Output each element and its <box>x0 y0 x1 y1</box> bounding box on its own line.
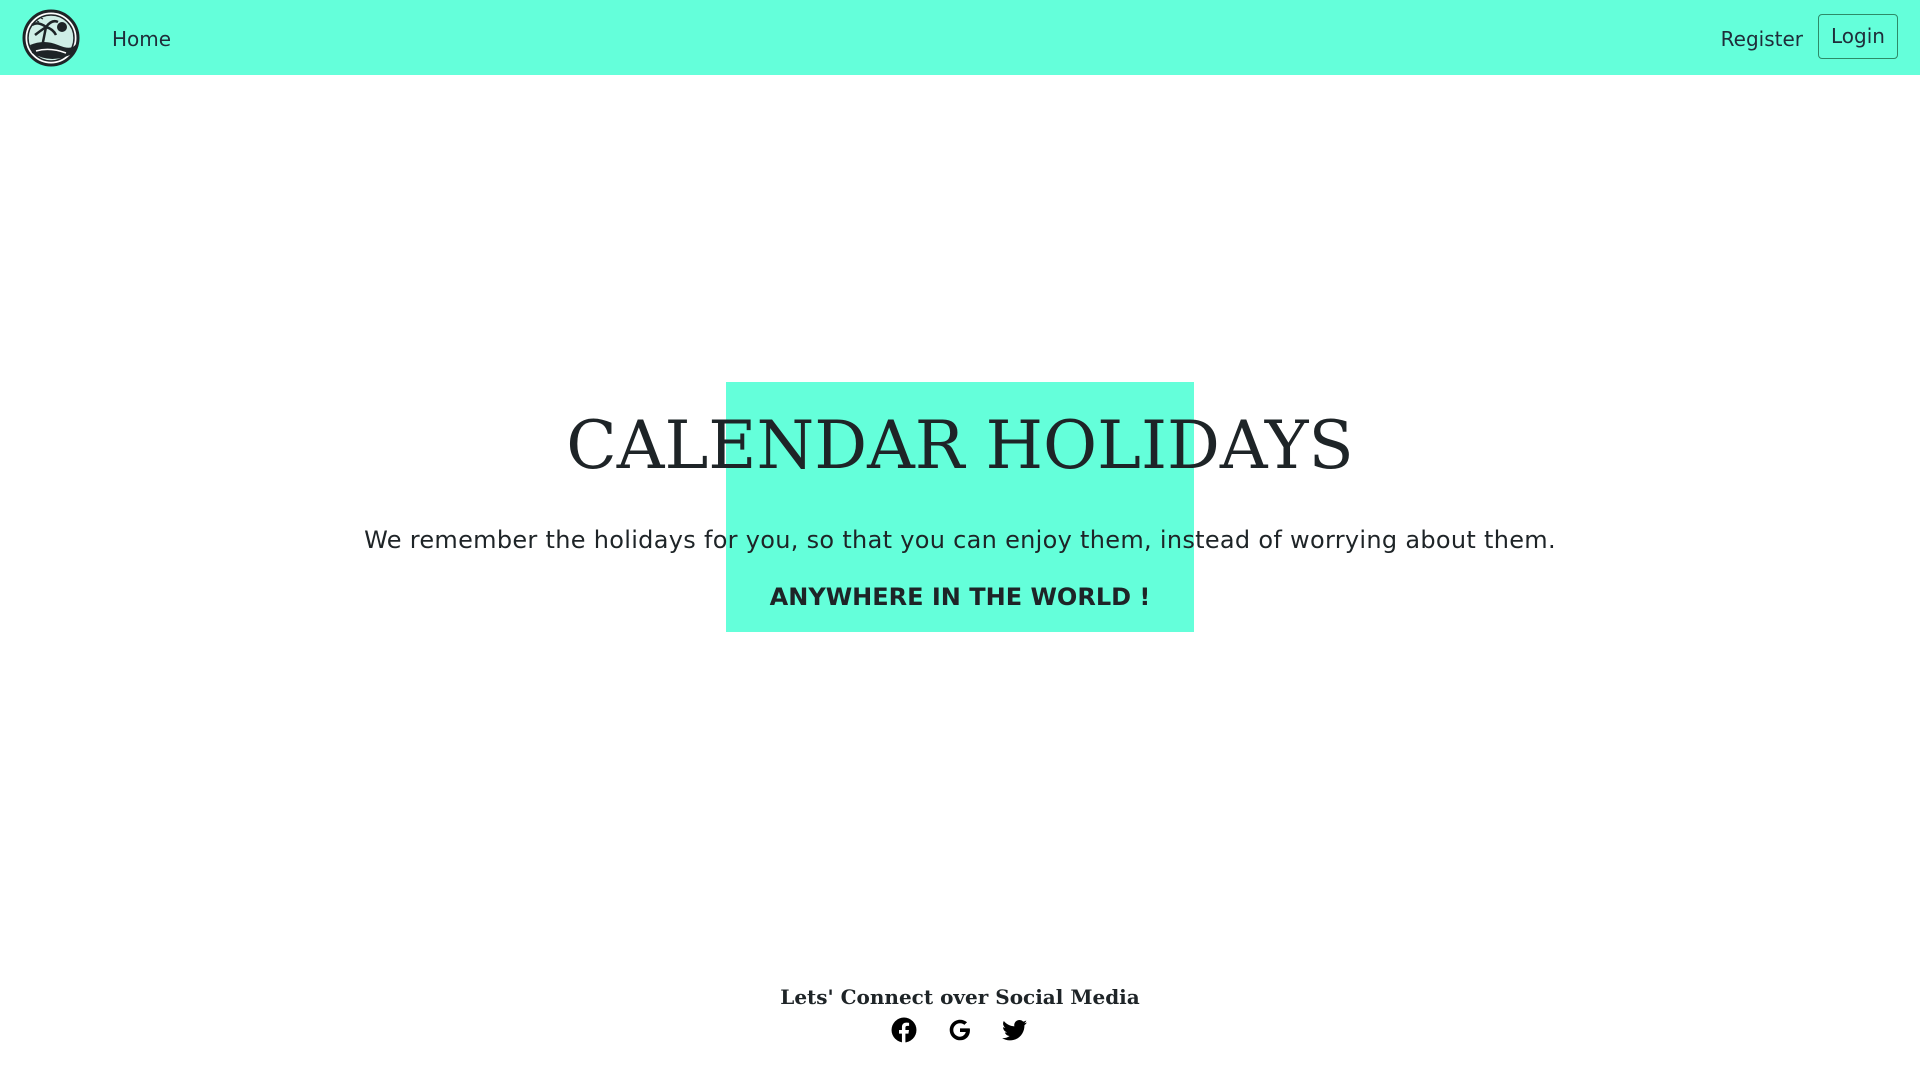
facebook-icon[interactable] <box>891 1017 917 1043</box>
google-icon[interactable] <box>947 1017 973 1043</box>
twitter-icon[interactable] <box>1002 1017 1028 1043</box>
hero-tagline: ANYWHERE IN THE WORLD ! <box>769 583 1151 611</box>
hero-title: CALENDAR HOLIDAYS <box>566 407 1354 484</box>
footer-heading: Lets' Connect over Social Media <box>780 985 1140 1009</box>
palm-island-logo-icon[interactable] <box>22 9 80 67</box>
top-navbar: Home Register Login <box>0 0 1920 75</box>
login-button[interactable]: Login <box>1818 14 1898 59</box>
nav-home-link[interactable]: Home <box>112 26 171 52</box>
hero-subtitle: We remember the holidays for you, so tha… <box>364 526 1556 554</box>
nav-register-link[interactable]: Register <box>1721 26 1803 52</box>
